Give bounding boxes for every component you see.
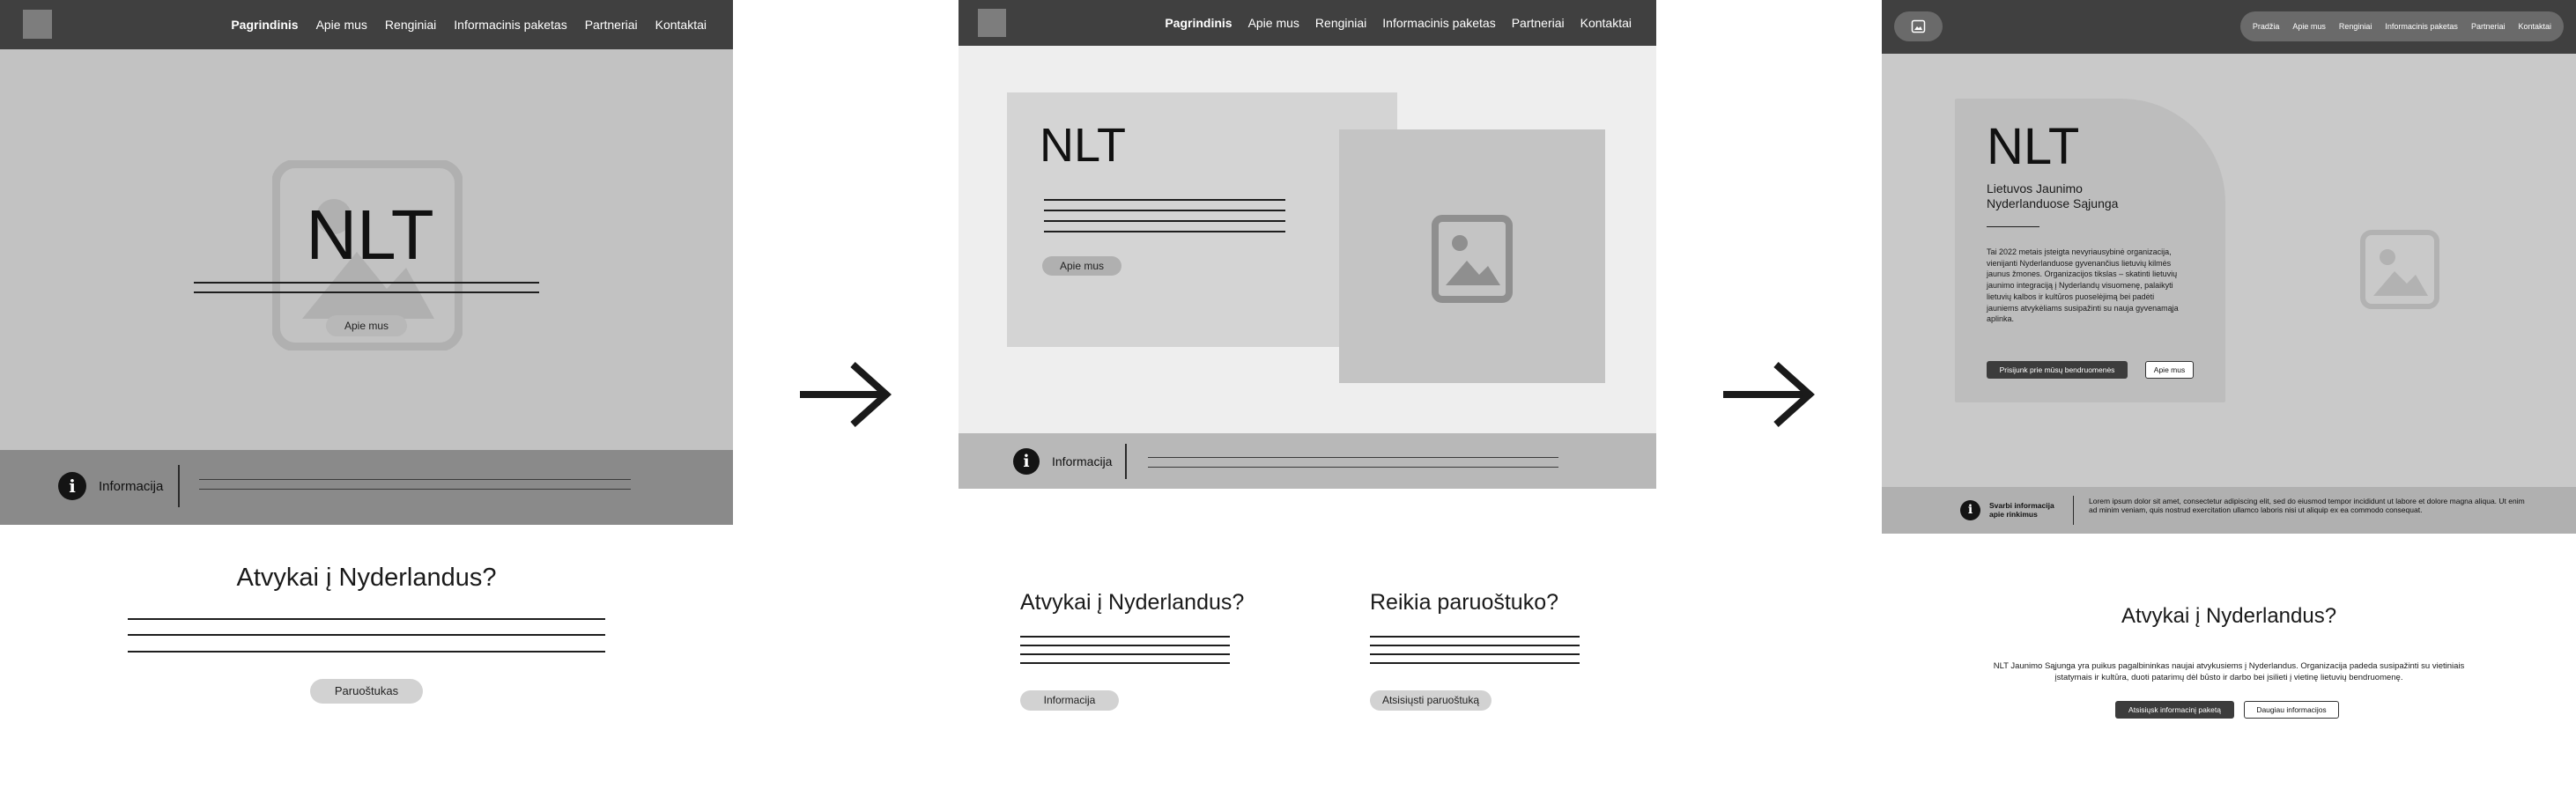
arrival-heading: Atvykai į Nyderlandus?	[2121, 604, 2337, 628]
info-bar-divider	[178, 465, 180, 507]
text-placeholder-line	[1370, 662, 1580, 664]
text-placeholder-line	[199, 479, 631, 480]
nav-item-about[interactable]: Apie mus	[1248, 16, 1299, 30]
arrival-heading: Atvykai į Nyderlandus?	[1020, 590, 1245, 615]
nav-item-contacts[interactable]: Kontaktai	[655, 18, 707, 32]
information-button[interactable]: Informacija	[1020, 690, 1119, 711]
nav-links: Pagrindinis Apie mus Renginiai Informaci…	[231, 0, 707, 49]
arrival-heading: Atvykai į Nyderlandus?	[236, 564, 497, 592]
logo-placeholder-icon[interactable]	[978, 9, 1006, 37]
logo-placeholder-icon	[1911, 19, 1926, 33]
text-placeholder-line	[1020, 653, 1230, 655]
nav-item-events[interactable]: Renginiai	[2339, 22, 2372, 31]
nav-links: Pradžia Apie mus Renginiai Informacinis …	[2239, 11, 2564, 41]
nav-item-partners[interactable]: Partneriai	[2471, 22, 2506, 31]
info-icon: i	[58, 472, 86, 500]
image-placeholder-icon	[2360, 230, 2439, 309]
nav-item-contacts[interactable]: Kontaktai	[2518, 22, 2551, 31]
info-bar-label: Svarbi informacija apie rinkimus	[1989, 501, 2054, 519]
arrow-right-icon	[1723, 362, 1815, 427]
text-placeholder-line	[128, 634, 605, 636]
hero-title: NLT	[306, 195, 434, 274]
nav-links: Pagrindinis Apie mus Renginiai Informaci…	[1165, 0, 1632, 46]
nav-item-about[interactable]: Apie mus	[2292, 22, 2326, 31]
text-placeholder-line	[1370, 636, 1580, 638]
info-bar-label: Informacija	[99, 479, 164, 494]
text-placeholder-line	[128, 618, 605, 620]
about-button[interactable]: Apie mus	[1042, 256, 1121, 276]
text-placeholder-line	[194, 282, 539, 284]
wireframe-v2: Pagrindinis Apie mus Renginiai Informaci…	[959, 0, 1656, 789]
guide-button[interactable]: Paruoštukas	[310, 679, 423, 704]
arrow-right-icon	[800, 362, 892, 427]
hero-title: NLT	[1040, 119, 1127, 172]
text-placeholder-line	[1044, 210, 1285, 211]
nav-item-contacts[interactable]: Kontaktai	[1580, 16, 1632, 30]
hero-title: NLT	[1987, 118, 2080, 175]
text-placeholder-line	[194, 291, 539, 293]
logo-placeholder-icon[interactable]	[23, 10, 52, 39]
wireframe-v3: Pradžia Apie mus Renginiai Informacinis …	[1882, 0, 2576, 789]
info-bar: i Svarbi informacija apie rinkimus Lorem…	[1882, 487, 2576, 534]
download-info-package-button[interactable]: Atsisiųsk informacinį paketą	[2115, 701, 2234, 719]
text-placeholder-line	[1044, 199, 1285, 201]
text-placeholder-line	[1020, 636, 1230, 638]
about-button[interactable]: Apie mus	[2145, 361, 2194, 379]
text-placeholder-line	[1148, 457, 1558, 458]
wireframe-v1: Pagrindinis Apie mus Renginiai Informaci…	[0, 0, 733, 789]
nav-bar: Pradžia Apie mus Renginiai Informacinis …	[1882, 0, 2576, 54]
nav-bar: Pagrindinis Apie mus Renginiai Informaci…	[0, 0, 733, 49]
about-button[interactable]: Apie mus	[326, 315, 407, 336]
join-community-button[interactable]: Prisijunk prie mūsų bendruomenės	[1987, 361, 2128, 379]
nav-item-info-package[interactable]: Informacinis paketas	[1382, 16, 1495, 30]
info-bar: i Informacija	[0, 450, 733, 525]
nav-item-partners[interactable]: Partneriai	[585, 18, 638, 32]
more-info-button[interactable]: Daugiau informacijos	[2244, 701, 2339, 719]
nav-item-info-package[interactable]: Informacinis paketas	[454, 18, 566, 32]
nav-item-partners[interactable]: Partneriai	[1512, 16, 1565, 30]
text-placeholder-line	[1044, 231, 1285, 232]
text-placeholder-line	[1044, 220, 1285, 222]
info-bar-label: Informacija	[1052, 454, 1113, 468]
text-placeholder-line	[1148, 467, 1558, 468]
info-bar-divider	[1125, 444, 1127, 479]
info-bar: i Informacija	[959, 433, 1656, 489]
hero-card: NLT Lietuvos Jaunimo Nyderlanduose Sąjun…	[1955, 99, 2225, 402]
subtitle-divider	[1987, 226, 2039, 227]
text-placeholder-line	[1370, 645, 1580, 646]
arrival-text: NLT Jaunimo Sąjunga yra puikus pagalbini…	[1993, 661, 2465, 682]
guide-heading: Reikia paruoštuko?	[1370, 590, 1559, 615]
nav-item-events[interactable]: Renginiai	[385, 18, 436, 32]
download-guide-button[interactable]: Atsisiųsti paruoštuką	[1370, 690, 1492, 711]
text-placeholder-line	[128, 651, 605, 653]
nav-item-home[interactable]: Pagrindinis	[1165, 16, 1232, 30]
nav-item-home[interactable]: Pradžia	[2253, 22, 2280, 31]
info-icon: i	[1960, 500, 1980, 520]
text-placeholder-line	[199, 489, 631, 490]
info-bar-divider	[2073, 496, 2074, 525]
nav-item-home[interactable]: Pagrindinis	[231, 18, 298, 32]
hero-description: Tai 2022 metais įsteigta nevyriausybinė …	[1987, 247, 2179, 324]
nav-bar: Pagrindinis Apie mus Renginiai Informaci…	[959, 0, 1656, 46]
nav-item-about[interactable]: Apie mus	[316, 18, 367, 32]
info-bar-text: Lorem ipsum dolor sit amet, consectetur …	[2089, 497, 2525, 514]
nav-item-events[interactable]: Renginiai	[1315, 16, 1366, 30]
image-placeholder-icon	[1432, 215, 1513, 303]
logo-button[interactable]	[1894, 11, 1943, 41]
nav-item-info-package[interactable]: Informacinis paketas	[2385, 22, 2458, 31]
text-placeholder-line	[1020, 645, 1230, 646]
hero-image	[1339, 129, 1605, 383]
info-icon: i	[1013, 448, 1040, 475]
text-placeholder-line	[1020, 662, 1230, 664]
text-placeholder-line	[1370, 653, 1580, 655]
hero-subtitle: Lietuvos Jaunimo Nyderlanduose Sąjunga	[1987, 181, 2119, 210]
